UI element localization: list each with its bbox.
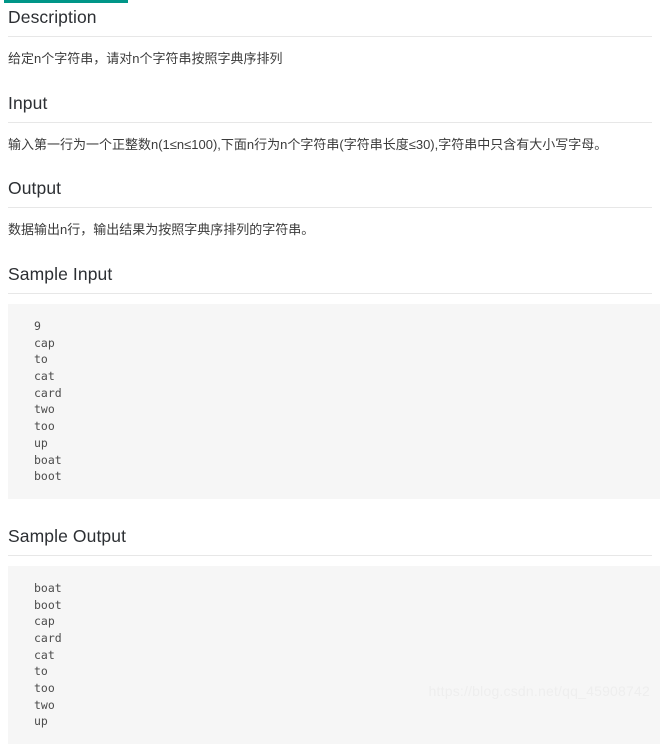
problem-content: Description 给定n个字符串，请对n个字符串按照字典序排列 Input… — [0, 0, 660, 744]
sample-output-text: boat boot cap card cat to too two up — [34, 580, 62, 729]
input-body: 输入第一行为一个正整数n(1≤n≤100),下面n行为n个字符串(字符串长度≤3… — [8, 136, 608, 152]
active-tab-accent-bar — [4, 0, 128, 3]
description-body: 给定n个字符串，请对n个字符串按照字典序排列 — [8, 50, 283, 66]
sample-output-heading: Sample Output — [8, 525, 127, 546]
section-input: Input 输入第一行为一个正整数n(1≤n≤100),下面n行为n个字符串(字… — [8, 84, 652, 170]
section-description: Description 给定n个字符串，请对n个字符串按照字典序排列 — [8, 0, 652, 84]
divider — [8, 292, 652, 294]
section-output: Output 数据输出n行，输出结果为按照字典序排列的字符串。 — [8, 169, 652, 255]
problem-statement-page: Description 给定n个字符串，请对n个字符串按照字典序排列 Input… — [0, 0, 660, 744]
section-sample-input: Sample Input 9 cap to cat card two too u… — [8, 255, 660, 499]
output-body: 数据输出n行，输出结果为按照字典序排列的字符串。 — [8, 222, 315, 238]
input-heading: Input — [8, 92, 48, 113]
output-heading: Output — [8, 178, 62, 199]
sample-input-code-block: 9 cap to cat card two too up boat boot — [8, 303, 660, 499]
sample-input-text: 9 cap to cat card two too up boat boot — [34, 318, 62, 484]
section-sample-output: Sample Output boat boot cap card cat to … — [8, 517, 660, 744]
description-heading: Description — [8, 7, 97, 27]
sample-output-code-block: boat boot cap card cat to too two up — [8, 565, 660, 744]
divider — [8, 554, 652, 556]
sample-input-heading: Sample Input — [8, 264, 113, 285]
